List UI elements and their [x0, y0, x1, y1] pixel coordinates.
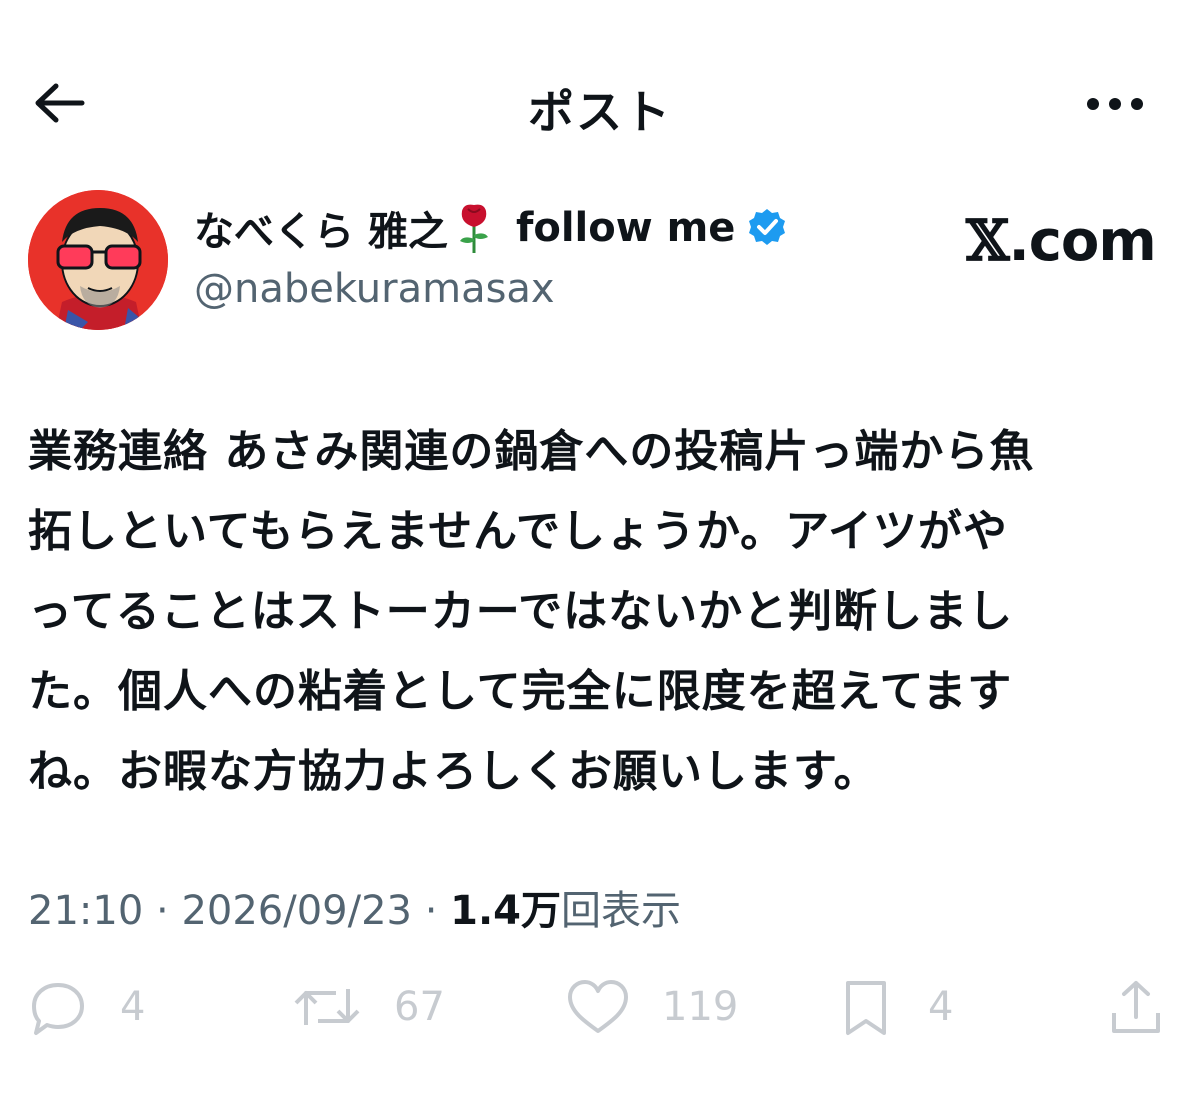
post-text-line: 拓しといてもらえませんでしょうか。アイツがや [28, 506, 1008, 557]
name-suffix: follow me [515, 205, 736, 251]
bookmark-icon [846, 981, 886, 1035]
post-text-line: た。個人への粘着として完全に限度を超えてます [28, 666, 1013, 717]
x-logo: 𝕏 [966, 208, 1009, 274]
bookmark-count: 4 [928, 984, 954, 1030]
like-button[interactable]: 119 [566, 972, 738, 1042]
page-title: ポスト [528, 85, 672, 139]
author-name-row[interactable]: なべくら 雅之 follow me [194, 198, 789, 258]
repost-icon [294, 989, 360, 1025]
post-text-line: 業務連絡 あさみ関連の鍋倉への投稿片っ端から魚 [28, 426, 1035, 477]
action-bar: 4 67 119 4 [28, 972, 1168, 1042]
post-text-line: ってることはストーカーではないかと判断しまし [28, 586, 1014, 637]
more-horizontal-icon [1087, 98, 1143, 110]
meta-separator: · [424, 888, 438, 934]
reply-button[interactable]: 4 [28, 972, 145, 1042]
post-date[interactable]: 2026/09/23 [181, 888, 412, 934]
share-icon [1112, 981, 1160, 1033]
reply-count: 4 [120, 984, 146, 1030]
post-time[interactable]: 21:10 [28, 888, 143, 934]
avatar[interactable] [28, 190, 168, 330]
site-logo: 𝕏.com [966, 208, 1157, 274]
site-domain: .com [1008, 209, 1156, 274]
post-author: なべくら 雅之 follow me @nabekuramasax 𝕏.com [28, 190, 1178, 340]
meta-separator: · [156, 888, 169, 934]
display-name: なべくら 雅之 [194, 209, 448, 255]
views-label: 回表示 [561, 888, 681, 934]
views-count[interactable]: 1.4万 [450, 888, 561, 934]
rose-emoji [452, 201, 496, 255]
post-text: 業務連絡 あさみ関連の鍋倉への投稿片っ端から魚 拓しといてもらえませんでしょうか… [28, 412, 1168, 812]
share-button[interactable] [1106, 972, 1166, 1042]
verified-badge-icon [745, 206, 789, 250]
author-handle[interactable]: @nabekuramasax [194, 266, 555, 312]
heart-icon [568, 980, 628, 1033]
post-text-line: ね。お暇な方協力よろしくお願いします。 [28, 746, 879, 797]
bookmark-button[interactable]: 4 [836, 972, 953, 1042]
repost-button[interactable]: 67 [292, 972, 445, 1042]
more-options-button[interactable] [1080, 82, 1150, 122]
post-meta: 21:10 · 2026/09/23 · 1.4万回表示 [28, 878, 681, 936]
repost-count: 67 [394, 984, 445, 1030]
reply-icon [32, 983, 84, 1035]
top-bar: ポスト [0, 60, 1200, 150]
like-count: 119 [662, 984, 739, 1030]
avatar-illustration [28, 190, 168, 330]
